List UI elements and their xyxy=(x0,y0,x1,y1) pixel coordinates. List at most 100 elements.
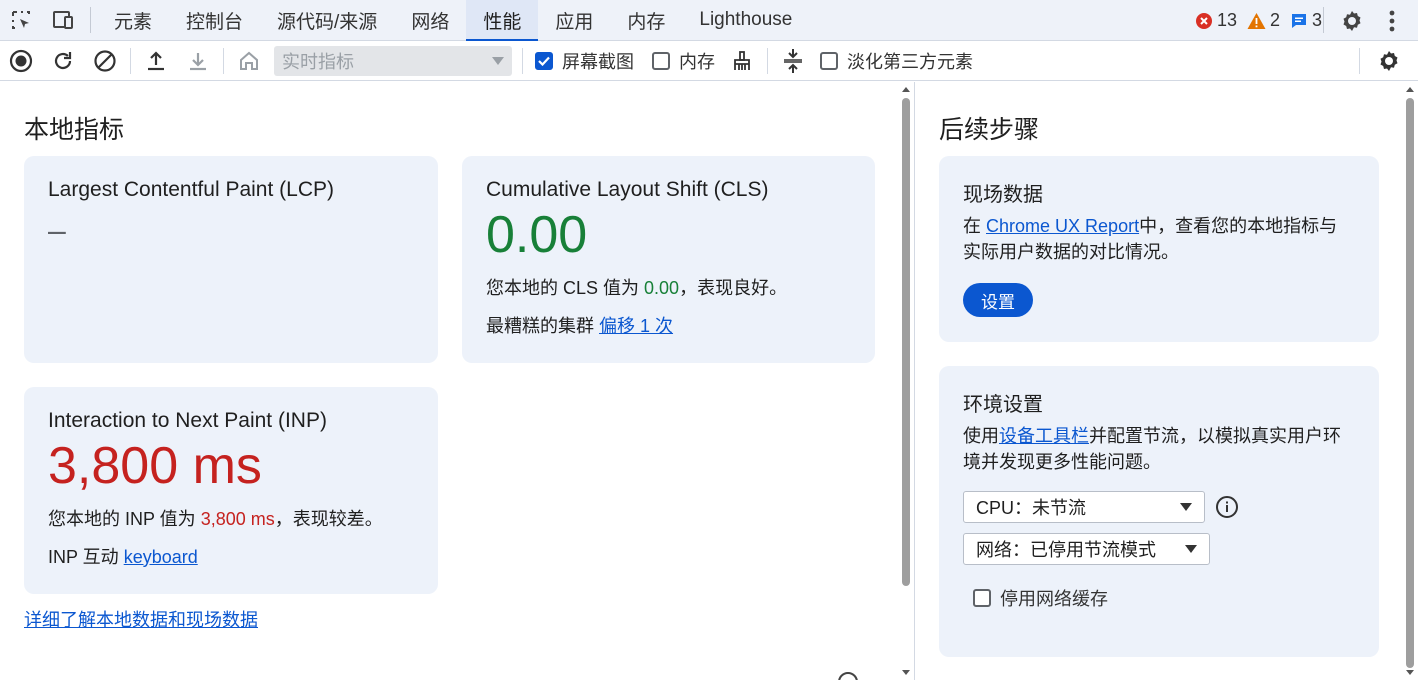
memory-checkbox[interactable] xyxy=(652,51,670,70)
dim-third-party-toggle[interactable]: 淡化第三方元素 xyxy=(820,48,973,74)
collapse-icon xyxy=(782,48,804,74)
field-data-text-prefix: 在 xyxy=(963,216,987,236)
upload-icon xyxy=(145,50,167,72)
inp-desc-prefix: 您本地的 INP 值为 xyxy=(48,508,201,529)
memory-toggle[interactable]: 内存 xyxy=(652,48,715,74)
collapse-track-button[interactable] xyxy=(772,41,814,81)
inp-description: 您本地的 INP 值为 3,800 ms，表现较差。 xyxy=(48,505,414,531)
tab-sources[interactable]: 源代码/来源 xyxy=(260,0,394,41)
cpu-throttle-select[interactable]: CPU：未节流 xyxy=(963,491,1205,523)
tab-elements[interactable]: 元素 xyxy=(97,0,169,41)
left-scrollbar[interactable] xyxy=(900,82,912,680)
screenshots-checkbox[interactable] xyxy=(535,51,553,70)
lcp-card: Largest Contentful Paint (LCP) – xyxy=(24,156,438,363)
dropdown-arrow-icon xyxy=(1185,545,1197,553)
settings-gear-icon[interactable] xyxy=(1332,0,1372,41)
right-scrollbar[interactable] xyxy=(1404,82,1416,680)
home-button[interactable] xyxy=(228,41,270,81)
lcp-value: – xyxy=(48,212,66,248)
disable-cache-checkbox[interactable] xyxy=(973,589,991,607)
tab-memory[interactable]: 内存 xyxy=(610,0,682,41)
inp-title: Interaction to Next Paint (INP) xyxy=(48,409,327,432)
load-profile-button[interactable] xyxy=(135,41,177,81)
local-metrics-pane: 本地指标 Largest Contentful Paint (LCP) – Cu… xyxy=(0,82,900,680)
info-icon[interactable] xyxy=(1215,495,1239,519)
tab-console[interactable]: 控制台 xyxy=(169,0,260,41)
divider xyxy=(130,47,131,74)
capture-settings-button[interactable] xyxy=(1368,41,1410,81)
setup-button[interactable]: 设置 xyxy=(963,283,1033,317)
scroll-down-arrow-icon[interactable] xyxy=(900,668,912,678)
inp-interaction: INP 互动 keyboard xyxy=(48,543,414,569)
dim-third-party-checkbox[interactable] xyxy=(820,51,838,70)
clear-button[interactable] xyxy=(84,41,126,81)
inp-interaction-link[interactable]: keyboard xyxy=(124,547,198,567)
message-icon xyxy=(1290,12,1308,30)
scroll-up-arrow-icon[interactable] xyxy=(1404,84,1416,94)
info-icon[interactable] xyxy=(838,672,858,680)
recording-mode-select[interactable]: 实时指标 xyxy=(274,45,512,76)
disable-cache-toggle[interactable]: 停用网络缓存 xyxy=(973,585,1355,611)
disable-cache-label: 停用网络缓存 xyxy=(1000,589,1108,609)
error-count: 13 xyxy=(1216,10,1237,30)
cpu-throttle-row: CPU：未节流 xyxy=(963,491,1355,523)
tab-performance[interactable]: 性能 xyxy=(466,0,539,42)
environment-text: 使用设备工具栏并配置节流，以模拟真实用户环境并发现更多性能问题。 xyxy=(963,423,1355,475)
learn-more-link[interactable]: 详细了解本地数据和现场数据 xyxy=(24,606,258,632)
device-toolbar-link[interactable]: 设备工具栏 xyxy=(999,426,1089,446)
network-throttle-row: 网络：已停用节流模式 xyxy=(963,533,1355,565)
crux-link[interactable]: Chrome UX Report xyxy=(986,216,1139,236)
left-scrollbar-thumb[interactable] xyxy=(902,98,910,586)
message-counter[interactable]: 3 xyxy=(1290,10,1322,31)
reload-record-button[interactable] xyxy=(42,41,84,81)
devtools-tab-bar: 元素 控制台 源代码/来源 网络 性能 应用 内存 Lighthouse 13 … xyxy=(0,0,1418,42)
field-data-title: 现场数据 xyxy=(963,184,1043,206)
right-scrollbar-thumb[interactable] xyxy=(1406,98,1414,668)
warning-counter[interactable]: 2 xyxy=(1247,10,1280,31)
inp-desc-suffix: ，表现较差。 xyxy=(274,508,383,529)
divider xyxy=(522,47,523,74)
environment-text-prefix: 使用 xyxy=(963,426,999,446)
device-toolbar-icon[interactable] xyxy=(42,0,84,41)
divider xyxy=(1359,47,1360,74)
cls-desc-suffix: ，表现良好。 xyxy=(679,277,788,298)
network-throttle-value: 网络：已停用节流模式 xyxy=(976,540,1156,560)
reload-icon xyxy=(51,49,75,73)
issue-counters[interactable]: 13 2 3 xyxy=(1195,0,1322,41)
save-profile-button[interactable] xyxy=(177,41,219,81)
cls-cluster-link[interactable]: 偏移 1 次 xyxy=(599,316,673,336)
environment-title: 环境设置 xyxy=(963,394,1043,416)
divider xyxy=(767,47,768,74)
divider xyxy=(223,47,224,74)
cls-worst-cluster: 最糟糕的集群 偏移 1 次 xyxy=(486,312,851,338)
error-counter[interactable]: 13 xyxy=(1195,10,1237,31)
scroll-up-arrow-icon[interactable] xyxy=(900,84,912,94)
inp-card: Interaction to Next Paint (INP) 3,800 ms… xyxy=(24,387,438,594)
record-button[interactable] xyxy=(0,41,42,81)
scroll-down-arrow-icon[interactable] xyxy=(1404,668,1416,678)
warning-icon xyxy=(1247,12,1266,30)
cls-cluster-label: 最糟糕的集群 xyxy=(486,315,600,336)
dropdown-arrow-icon xyxy=(492,56,504,65)
error-icon xyxy=(1195,12,1213,30)
garbage-collect-button[interactable] xyxy=(721,41,763,81)
dropdown-arrow-icon xyxy=(1180,503,1192,511)
network-throttle-select[interactable]: 网络：已停用节流模式 xyxy=(963,533,1210,565)
more-options-icon[interactable] xyxy=(1372,0,1412,41)
tab-lighthouse[interactable]: Lighthouse xyxy=(682,0,809,41)
cls-description: 您本地的 CLS 值为 0.00，表现良好。 xyxy=(486,274,851,300)
home-icon xyxy=(238,50,260,72)
inp-value: 3,800 ms xyxy=(48,437,262,495)
cpu-throttle-value: CPU：未节流 xyxy=(976,498,1087,518)
screenshots-toggle[interactable]: 屏幕截图 xyxy=(535,48,634,74)
inp-interaction-label: INP 互动 xyxy=(48,546,124,567)
record-icon xyxy=(9,49,33,73)
inspect-element-icon[interactable] xyxy=(0,0,42,41)
tab-network[interactable]: 网络 xyxy=(394,0,466,41)
field-data-card: 现场数据 在 Chrome UX Report中，查看您的本地指标与实际用户数据… xyxy=(939,156,1379,342)
next-steps-heading: 后续步骤 xyxy=(939,116,1040,144)
tab-application[interactable]: 应用 xyxy=(538,0,610,41)
inp-desc-value: 3,800 ms xyxy=(200,508,275,529)
download-icon xyxy=(187,50,209,72)
message-count: 3 xyxy=(1311,10,1322,30)
